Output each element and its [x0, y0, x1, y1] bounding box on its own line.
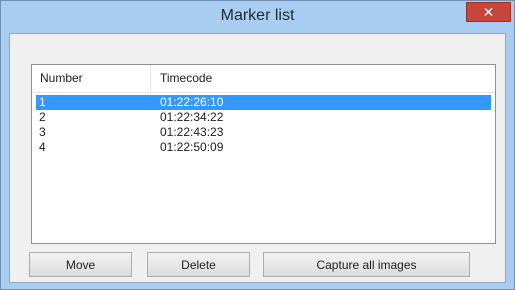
window-title: Marker list — [220, 7, 295, 24]
column-header-number[interactable]: Number — [40, 71, 83, 85]
dialog-body: Number Timecode 1 01:22:26:10 2 01:22:34… — [9, 33, 506, 283]
marker-list[interactable]: Number Timecode 1 01:22:26:10 2 01:22:34… — [31, 64, 496, 244]
marker-timecode: 01:22:50:09 — [160, 140, 224, 154]
title-bar[interactable]: Marker list ✕ — [1, 1, 514, 33]
marker-timecode: 01:22:34:22 — [160, 110, 224, 124]
list-item[interactable]: 4 01:22:50:09 — [36, 140, 491, 155]
list-item[interactable]: 2 01:22:34:22 — [36, 110, 491, 125]
marker-number: 3 — [39, 125, 46, 139]
marker-number: 2 — [39, 110, 46, 124]
list-item[interactable]: 3 01:22:43:23 — [36, 125, 491, 140]
column-divider[interactable] — [150, 65, 151, 92]
marker-timecode: 01:22:26:10 — [160, 95, 224, 109]
list-item[interactable]: 1 01:22:26:10 — [36, 95, 491, 110]
marker-number: 1 — [39, 95, 46, 109]
delete-button[interactable]: Delete — [147, 252, 250, 277]
marker-list-window: Marker list ✕ Number Timecode 1 01:22:26… — [0, 0, 515, 290]
close-button[interactable]: ✕ — [466, 2, 511, 22]
move-button[interactable]: Move — [29, 252, 132, 277]
close-icon: ✕ — [482, 3, 495, 20]
marker-number: 4 — [39, 140, 46, 154]
column-header-timecode[interactable]: Timecode — [160, 71, 212, 85]
marker-timecode: 01:22:43:23 — [160, 125, 224, 139]
list-rows: 1 01:22:26:10 2 01:22:34:22 3 01:22:43:2… — [32, 95, 495, 155]
list-header: Number Timecode — [32, 65, 495, 93]
capture-all-images-button[interactable]: Capture all images — [263, 252, 470, 277]
